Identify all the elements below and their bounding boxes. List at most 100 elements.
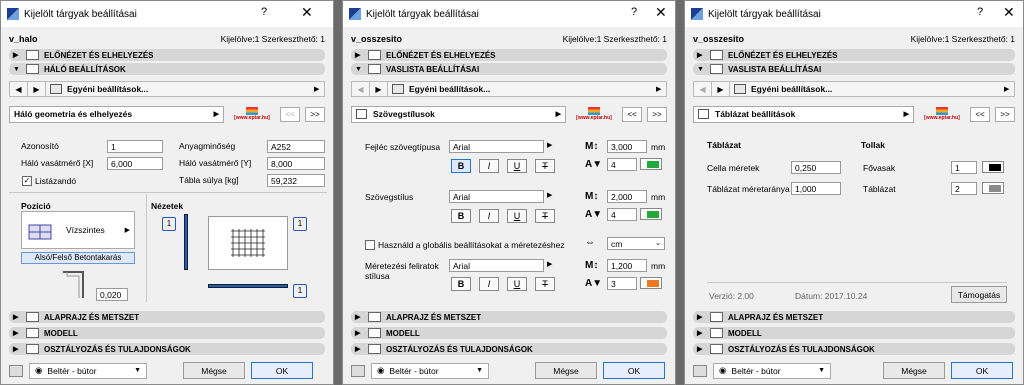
- strikethrough-button[interactable]: T: [535, 209, 555, 223]
- next-arrow-button[interactable]: ▶: [370, 82, 388, 96]
- next-arrow-button[interactable]: ▶: [712, 82, 730, 96]
- anyag-input[interactable]: A252: [267, 140, 325, 153]
- page-dropdown[interactable]: Szövegstílusok ▶: [351, 105, 566, 123]
- fejlec-font-dropdown[interactable]: Arial: [449, 140, 544, 153]
- halo-y-input[interactable]: 8,000: [267, 157, 325, 170]
- section-floorplan[interactable]: ▶ ALAPRAJZ ÉS METSZET: [693, 311, 1015, 323]
- next-arrow-button[interactable]: ▶: [28, 82, 46, 96]
- italic-button[interactable]: I: [479, 159, 499, 173]
- close-button[interactable]: ✕: [655, 4, 667, 21]
- section-mesh-settings[interactable]: ▼ HÁLÓ BEÁLLÍTÁSOK: [9, 63, 325, 75]
- prev-page-button[interactable]: <<: [622, 106, 642, 122]
- next-page-button[interactable]: >>: [647, 106, 667, 122]
- eptar-logo[interactable]: [www.eptar.hu]: [919, 106, 965, 123]
- page-dropdown[interactable]: Háló geometria és elhelyezés ▶: [9, 105, 224, 123]
- fejlec-pen-input[interactable]: 4: [607, 158, 637, 171]
- close-button[interactable]: ✕: [301, 4, 313, 21]
- prev-arrow-button[interactable]: ◀: [10, 82, 28, 96]
- section-classification[interactable]: ▶ OSZTÁLYOZÁS ÉS TULAJDONSÁGOK: [693, 343, 1015, 355]
- help-button[interactable]: ?: [261, 6, 267, 18]
- ok-button[interactable]: OK: [951, 362, 1013, 379]
- custom-settings-dropdown[interactable]: Egyéni beállítások...: [46, 84, 314, 94]
- strikethrough-button[interactable]: T: [535, 277, 555, 291]
- cancel-button[interactable]: Mégse: [183, 362, 245, 379]
- layer-dropdown[interactable]: ◉ Beltér - bútor ▼: [371, 362, 489, 379]
- strikethrough-button[interactable]: T: [535, 159, 555, 173]
- fovasak-pen-input[interactable]: 1: [951, 161, 977, 174]
- view-marker[interactable]: 1: [293, 217, 307, 231]
- section-model[interactable]: ▶ MODELL: [693, 327, 1015, 339]
- custom-settings-dropdown[interactable]: Egyéni beállítások...: [388, 84, 656, 94]
- view-marker[interactable]: 1: [293, 284, 307, 298]
- meret-pen-input[interactable]: 3: [607, 277, 637, 290]
- section-classification[interactable]: ▶ OSZTÁLYOZÁS ÉS TULAJDONSÁGOK: [351, 343, 667, 355]
- layer-dropdown[interactable]: ◉ Beltér - bútor ▼: [713, 362, 831, 379]
- ok-button[interactable]: OK: [603, 362, 665, 379]
- section-classification[interactable]: ▶ OSZTÁLYOZÁS ÉS TULAJDONSÁGOK: [9, 343, 325, 355]
- pen-color-swatch[interactable]: [982, 161, 1004, 173]
- bold-button[interactable]: B: [451, 209, 471, 223]
- italic-button[interactable]: I: [479, 209, 499, 223]
- section-vaslista[interactable]: ▼ VASLISTA BEÁLLÍTÁSAI: [351, 63, 667, 75]
- italic-button[interactable]: I: [479, 277, 499, 291]
- preview-icon: [368, 50, 381, 60]
- section-floorplan[interactable]: ▶ ALAPRAJZ ÉS METSZET: [351, 311, 667, 323]
- view-marker[interactable]: 1: [162, 217, 176, 231]
- underline-button[interactable]: U: [507, 277, 527, 291]
- tabla-input[interactable]: 59,232: [267, 174, 325, 187]
- section-model[interactable]: ▶ MODELL: [9, 327, 325, 339]
- arany-input[interactable]: 1,000: [791, 182, 841, 195]
- cancel-button[interactable]: Mégse: [883, 362, 945, 379]
- next-page-button[interactable]: >>: [995, 106, 1015, 122]
- section-preview[interactable]: ▶ ELŐNÉZET ÉS ELHELYEZÉS: [9, 49, 325, 61]
- unit-dropdown[interactable]: cm ⌄: [607, 237, 665, 250]
- prev-arrow-button[interactable]: ◀: [352, 82, 370, 96]
- eptar-logo[interactable]: [www.eptar.hu]: [571, 106, 617, 123]
- close-button[interactable]: ✕: [1003, 4, 1015, 21]
- azonosito-input[interactable]: 1: [107, 140, 163, 153]
- support-button[interactable]: Támogatás: [951, 286, 1007, 303]
- position-picker[interactable]: Vízszintes ▶: [21, 211, 135, 249]
- custom-settings-dropdown[interactable]: Egyéni beállítások...: [730, 84, 1004, 94]
- prev-page-button[interactable]: <<: [970, 106, 990, 122]
- section-model[interactable]: ▶ MODELL: [351, 327, 667, 339]
- pen-color-swatch[interactable]: [640, 208, 662, 220]
- underline-button[interactable]: U: [507, 209, 527, 223]
- fejlec-size-input[interactable]: 3,000: [607, 140, 647, 153]
- section-preview[interactable]: ▶ ELŐNÉZET ÉS ELHELYEZÉS: [351, 49, 667, 61]
- pen-color-swatch[interactable]: [640, 277, 662, 289]
- global-checkbox[interactable]: [365, 240, 375, 250]
- bold-button[interactable]: B: [451, 277, 471, 291]
- szoveg-size-input[interactable]: 2,000: [607, 190, 647, 203]
- next-page-button[interactable]: >>: [305, 106, 325, 122]
- section-vaslista[interactable]: ▼ VASLISTA BEÁLLÍTÁSAI: [693, 63, 1015, 75]
- selection-info: Kijelölve:1 Szerkeszthető: 1: [910, 34, 1015, 44]
- cancel-button[interactable]: Mégse: [535, 362, 597, 379]
- help-button[interactable]: ?: [977, 6, 983, 18]
- tablazat-pen-input[interactable]: 2: [951, 182, 977, 195]
- page-dropdown[interactable]: Táblázat beállítások ▶: [693, 105, 914, 123]
- section-preview[interactable]: ▶ ELŐNÉZET ÉS ELHELYEZÉS: [693, 49, 1015, 61]
- prev-arrow-button[interactable]: ◀: [694, 82, 712, 96]
- cover-input[interactable]: 0,020: [96, 288, 128, 301]
- halo-x-input[interactable]: 6,000: [107, 157, 163, 170]
- betonkatas-button[interactable]: Alsó/Felső Betontakarás: [21, 252, 135, 264]
- bold-button[interactable]: B: [451, 159, 471, 173]
- underline-button[interactable]: U: [507, 159, 527, 173]
- meret-font-dropdown[interactable]: Arial: [449, 259, 544, 272]
- cella-input[interactable]: 0,250: [791, 161, 841, 174]
- chevron-right-icon: ▶: [13, 330, 19, 337]
- eptar-logo[interactable]: [www.eptar.hu]: [229, 106, 275, 123]
- prev-page-button[interactable]: <<: [280, 106, 300, 122]
- meret-size-input[interactable]: 1,200: [607, 259, 647, 272]
- szoveg-pen-input[interactable]: 4: [607, 208, 637, 221]
- section-floorplan[interactable]: ▶ ALAPRAJZ ÉS METSZET: [9, 311, 325, 323]
- layer-dropdown[interactable]: ◉ Beltér - bútor ▼: [29, 362, 147, 379]
- pen-color-swatch[interactable]: [982, 182, 1004, 194]
- divider: [9, 192, 327, 193]
- ok-button[interactable]: OK: [251, 362, 313, 379]
- pen-color-swatch[interactable]: [640, 158, 662, 170]
- listazando-checkbox[interactable]: ✓: [22, 176, 32, 186]
- help-button[interactable]: ?: [631, 6, 637, 18]
- szoveg-font-dropdown[interactable]: Arial: [449, 190, 544, 203]
